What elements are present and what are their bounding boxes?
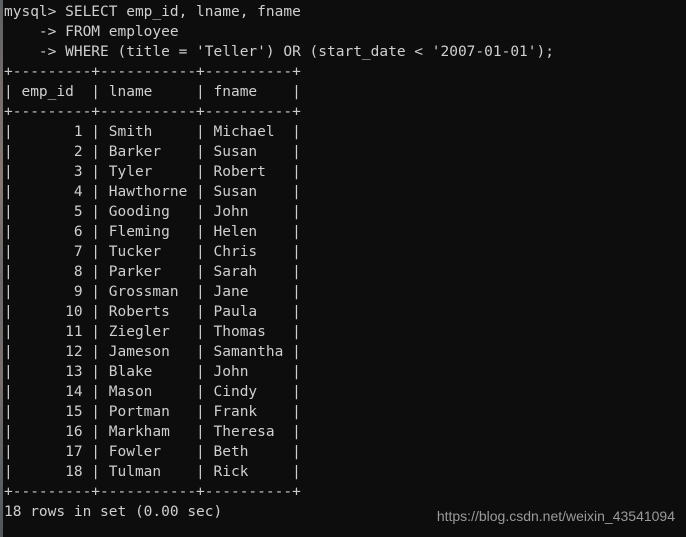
table-row: | 2 | Barker | Susan |: [4, 144, 301, 160]
table-row: | 14 | Mason | Cindy |: [4, 384, 301, 400]
table-header-rule: +---------+-----------+----------+: [4, 104, 301, 120]
table-row: | 6 | Fleming | Helen |: [4, 224, 301, 240]
table-row: | 7 | Tucker | Chris |: [4, 244, 301, 260]
table-row: | 10 | Roberts | Paula |: [4, 304, 301, 320]
blog-watermark: https://blog.csdn.net/weixin_43541094: [436, 508, 675, 524]
table-row: | 18 | Tulman | Rick |: [4, 464, 301, 480]
query-line-where[interactable]: -> WHERE (title = 'Teller') OR (start_da…: [4, 42, 554, 62]
mysql-terminal-window[interactable]: mysql> SELECT emp_id, lname, fname -> FR…: [0, 0, 686, 537]
table-row: | 11 | Ziegler | Thomas |: [4, 324, 301, 340]
table-row: | 13 | Blake | John |: [4, 364, 301, 380]
table-row: | 4 | Hawthorne | Susan |: [4, 184, 301, 200]
table-row: | 5 | Gooding | John |: [4, 204, 301, 220]
table-row: | 8 | Parker | Sarah |: [4, 264, 301, 280]
table-row: | 1 | Smith | Michael |: [4, 124, 301, 140]
table-header-row: | emp_id | lname | fname |: [4, 84, 301, 100]
table-row: | 3 | Tyler | Robert |: [4, 164, 301, 180]
table-row: | 16 | Markham | Theresa |: [4, 424, 301, 440]
table-row: | 12 | Jameson | Samantha |: [4, 344, 301, 360]
query-line-select[interactable]: mysql> SELECT emp_id, lname, fname: [4, 0, 554, 22]
window-left-edge-strip: [0, 0, 3, 537]
table-row: | 9 | Grossman | Jane |: [4, 284, 301, 300]
terminal-console-output[interactable]: mysql> SELECT emp_id, lname, fname -> FR…: [4, 0, 554, 522]
table-row: | 15 | Portman | Frank |: [4, 404, 301, 420]
table-top-rule: +---------+-----------+----------+: [4, 64, 301, 80]
query-line-from[interactable]: -> FROM employee: [4, 22, 554, 42]
table-bottom-rule: +---------+-----------+----------+: [4, 484, 301, 500]
table-row: | 17 | Fowler | Beth |: [4, 444, 301, 460]
